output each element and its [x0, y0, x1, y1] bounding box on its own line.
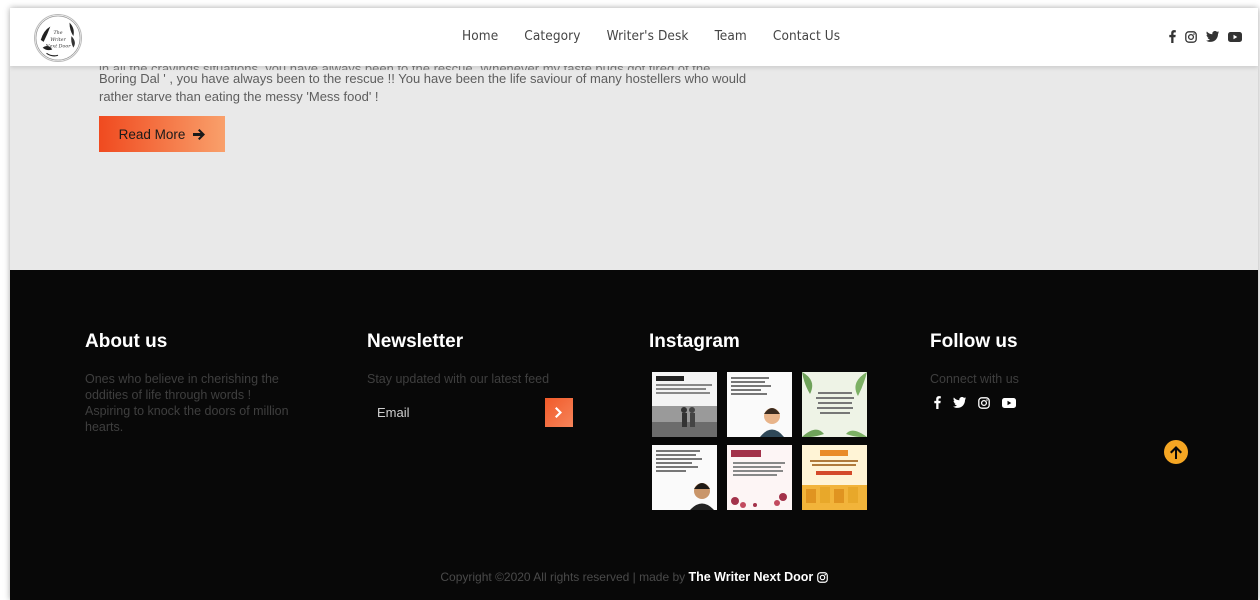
instagram-post[interactable]: [802, 372, 867, 437]
facebook-icon[interactable]: [934, 396, 941, 409]
instagram-icon[interactable]: [978, 396, 990, 409]
article-line-1: Boring Dal ' , you have always been to t…: [99, 71, 747, 86]
arrow-up-icon: [1170, 445, 1182, 459]
logo-text-2: Writer: [50, 37, 66, 43]
nav-home[interactable]: Home: [462, 28, 498, 44]
read-more-label: Read More: [118, 126, 186, 142]
nav-writers-desk[interactable]: Writer's Desk: [607, 28, 689, 44]
facebook-icon[interactable]: [1169, 30, 1176, 43]
footer-social-links: [934, 396, 1016, 409]
main-nav: Home Category Writer's Desk Team Contact…: [462, 28, 840, 44]
email-input[interactable]: [367, 397, 543, 427]
twitter-icon[interactable]: [953, 397, 966, 408]
copyright: Copyright ©2020 All rights reserved | ma…: [10, 570, 1258, 584]
nav-contact-us[interactable]: Contact Us: [773, 28, 840, 44]
back-to-top-button[interactable]: [1164, 440, 1188, 464]
instagram-post[interactable]: [802, 445, 867, 510]
instagram-post[interactable]: [727, 372, 792, 437]
site-logo[interactable]: The Writer Next Door: [34, 14, 82, 62]
read-more-button[interactable]: Read More: [99, 116, 225, 152]
instagram-post[interactable]: [652, 372, 717, 437]
instagram-post[interactable]: [727, 445, 792, 510]
nav-team[interactable]: Team: [715, 28, 747, 44]
youtube-icon[interactable]: [1228, 31, 1242, 42]
copyright-brand[interactable]: The Writer Next Door: [688, 570, 813, 584]
about-title: About us: [85, 331, 168, 352]
about-line-2: oddities of life through words !: [85, 388, 252, 402]
newsletter-title: Newsletter: [367, 331, 464, 352]
instagram-title: Instagram: [649, 331, 740, 352]
instagram-icon[interactable]: [1185, 30, 1197, 43]
header-social-links: [1169, 30, 1242, 43]
logo-text-3: Next Door: [44, 44, 71, 50]
about-text: Ones who believe in cherishing the oddit…: [85, 371, 345, 435]
instagram-grid: [652, 372, 867, 510]
arrow-right-icon: [193, 128, 206, 140]
newsletter-subtitle: Stay updated with our latest feed: [367, 372, 550, 386]
chevron-right-icon: [555, 407, 562, 418]
logo-text-1: The: [53, 30, 62, 36]
page: The Writer Next Door Home Category Write…: [10, 8, 1258, 600]
twitter-icon[interactable]: [1206, 31, 1219, 42]
about-line-1: Ones who believe in cherishing the: [85, 372, 279, 386]
follow-title: Follow us: [930, 331, 1018, 352]
youtube-icon[interactable]: [1002, 397, 1016, 408]
article-line-2: rather starve than eating the messy 'Mes…: [99, 89, 379, 104]
subscribe-button[interactable]: [545, 398, 573, 427]
footer: About us Ones who believe in cherishing …: [10, 270, 1258, 600]
article-excerpt: in all the cravings situations, you have…: [99, 60, 839, 106]
follow-subtitle: Connect with us: [930, 372, 1019, 386]
instagram-post[interactable]: [652, 445, 717, 510]
logo-image: The Writer Next Door: [35, 15, 81, 61]
nav-category[interactable]: Category: [524, 28, 580, 44]
copyright-text: Copyright ©2020 All rights reserved | ma…: [440, 570, 686, 584]
instagram-icon[interactable]: [816, 572, 828, 583]
about-line-3: Aspiring to knock the doors of million: [85, 404, 289, 418]
navbar: The Writer Next Door Home Category Write…: [10, 8, 1258, 66]
about-line-4: hearts.: [85, 420, 124, 434]
